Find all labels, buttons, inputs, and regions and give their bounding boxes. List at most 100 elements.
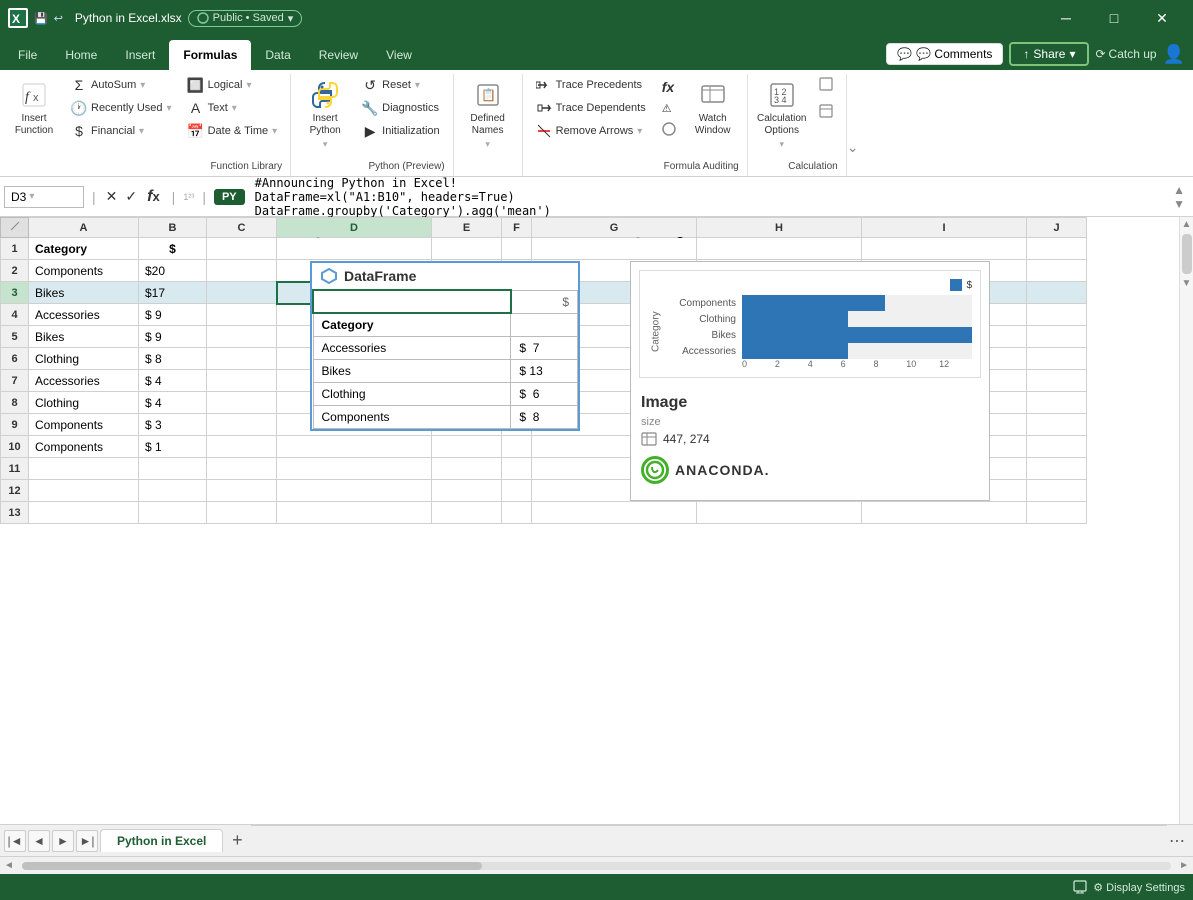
cell-B3[interactable]: $17 — [139, 282, 207, 304]
cell-I13[interactable] — [862, 502, 1027, 524]
cell-B5[interactable]: $ 9 — [139, 326, 207, 348]
cell-A6[interactable]: Clothing — [29, 348, 139, 370]
watch-window-btn[interactable]: WatchWindow — [687, 74, 739, 142]
cell-A13[interactable] — [29, 502, 139, 524]
cell-B8[interactable]: $ 4 — [139, 392, 207, 414]
share-btn[interactable]: ↑ Share ▾ — [1009, 42, 1089, 66]
cell-A4[interactable]: Accessories — [29, 304, 139, 326]
trace-precedents-btn[interactable]: Trace Precedents — [531, 74, 651, 96]
cell-J7[interactable] — [1027, 370, 1087, 392]
horizontal-scrollbar[interactable]: ◄ ► — [0, 856, 1193, 874]
tab-insert[interactable]: Insert — [111, 40, 169, 70]
cell-G13[interactable] — [532, 502, 697, 524]
cell-E10[interactable] — [432, 436, 502, 458]
cell-A9[interactable]: Components — [29, 414, 139, 436]
scroll-down-btn[interactable]: ▼ — [1182, 278, 1192, 289]
error-check-btn[interactable]: ⚠ — [657, 99, 681, 118]
tab-home[interactable]: Home — [51, 40, 111, 70]
cell-B4[interactable]: $ 9 — [139, 304, 207, 326]
cell-C9[interactable] — [207, 414, 277, 436]
financial-btn[interactable]: $ Financial▾ — [66, 120, 177, 142]
col-header-I[interactable]: I — [862, 218, 1027, 238]
tab-formulas[interactable]: Formulas — [169, 40, 251, 70]
cell-J2[interactable] — [1027, 260, 1087, 282]
scroll-up-btn[interactable]: ▲ — [1182, 219, 1192, 230]
cell-B13[interactable] — [139, 502, 207, 524]
col-header-B[interactable]: B — [139, 218, 207, 238]
quick-access-undo[interactable]: ↩ — [54, 12, 63, 25]
cell-C1[interactable] — [207, 238, 277, 260]
cell-C7[interactable] — [207, 370, 277, 392]
cell-C11[interactable] — [207, 458, 277, 480]
tab-options-btn[interactable]: ⋯ — [1169, 831, 1193, 851]
col-header-D[interactable]: D — [277, 218, 432, 238]
scroll-thumb[interactable] — [1182, 234, 1192, 274]
cell-C4[interactable] — [207, 304, 277, 326]
cell-B9[interactable]: $ 3 — [139, 414, 207, 436]
col-header-J[interactable]: J — [1027, 218, 1087, 238]
cell-H1[interactable] — [697, 238, 862, 260]
tab-menu-icon[interactable]: ⋯ — [1169, 831, 1185, 851]
cell-A1[interactable]: Category — [29, 238, 139, 260]
cell-J1[interactable] — [1027, 238, 1087, 260]
calc-sheet-btn[interactable] — [814, 101, 838, 124]
add-sheet-btn[interactable]: + — [225, 829, 249, 853]
catchup-btn[interactable]: ⟳ Catch up — [1095, 47, 1156, 61]
cell-D13[interactable] — [277, 502, 432, 524]
fx-icon-btn[interactable]: fx — [657, 76, 681, 98]
cell-D10[interactable] — [277, 436, 432, 458]
cell-G1[interactable] — [532, 238, 697, 260]
cell-B1[interactable]: $ — [139, 238, 207, 260]
evaluate-formula-btn[interactable] — [657, 119, 681, 142]
quick-access-save[interactable]: 💾 — [34, 12, 48, 25]
cell-F12[interactable] — [502, 480, 532, 502]
formula-fn-icon[interactable]: fx — [143, 188, 164, 206]
vertical-scrollbar[interactable]: ▲ ▼ — [1179, 217, 1193, 824]
cell-C5[interactable] — [207, 326, 277, 348]
cell-A11[interactable] — [29, 458, 139, 480]
text-btn[interactable]: A Text▾ — [183, 97, 283, 119]
col-header-E[interactable]: E — [432, 218, 502, 238]
date-time-btn[interactable]: 📅 Date & Time▾ — [183, 120, 283, 142]
tab-data[interactable]: Data — [251, 40, 304, 70]
cell-A2[interactable]: Components — [29, 260, 139, 282]
cell-A3[interactable]: Bikes — [29, 282, 139, 304]
cell-B11[interactable] — [139, 458, 207, 480]
sheet-last-btn[interactable]: ►| — [76, 830, 98, 852]
hscroll-right-btn[interactable]: ► — [1175, 860, 1193, 871]
ribbon-expand-btn[interactable]: ⌄ — [847, 74, 863, 176]
account-icon[interactable]: 👤 — [1163, 44, 1185, 65]
col-header-G[interactable]: G — [532, 218, 697, 238]
trace-dependents-btn[interactable]: Trace Dependents — [531, 97, 651, 119]
cell-A10[interactable]: Components — [29, 436, 139, 458]
cell-B6[interactable]: $ 8 — [139, 348, 207, 370]
remove-arrows-btn[interactable]: Remove Arrows▾ — [531, 120, 651, 142]
grid-scroll[interactable]: A B C D E F G H I J 1 — [0, 217, 1179, 824]
cell-E1[interactable] — [432, 238, 502, 260]
cell-B10[interactable]: $ 1 — [139, 436, 207, 458]
cell-B7[interactable]: $ 4 — [139, 370, 207, 392]
tab-review[interactable]: Review — [305, 40, 372, 70]
sheet-next-btn[interactable]: ► — [52, 830, 74, 852]
hscroll-left-btn[interactable]: ◄ — [0, 860, 18, 871]
defined-names-btn[interactable]: 📋 DefinedNames▾ — [462, 74, 514, 155]
formula-bar-scroll[interactable]: ▲ ▼ — [1169, 183, 1189, 211]
cell-C8[interactable] — [207, 392, 277, 414]
cell-C2[interactable] — [207, 260, 277, 282]
cell-A12[interactable] — [29, 480, 139, 502]
cell-F11[interactable] — [502, 458, 532, 480]
cell-B2[interactable]: $20 — [139, 260, 207, 282]
insert-function-btn[interactable]: f x InsertFunction — [8, 74, 60, 142]
comments-btn[interactable]: 💬 💬 Comments — [886, 43, 1003, 65]
cell-D12[interactable] — [277, 480, 432, 502]
cell-C10[interactable] — [207, 436, 277, 458]
cell-E11[interactable] — [432, 458, 502, 480]
diagnostics-btn[interactable]: 🔧 Diagnostics — [357, 97, 444, 119]
autosum-btn[interactable]: Σ AutoSum▾ — [66, 74, 177, 96]
cell-C3[interactable] — [207, 282, 277, 304]
col-header-A[interactable]: A — [29, 218, 139, 238]
sheet-prev-btn[interactable]: ◄ — [28, 830, 50, 852]
calculation-options-btn[interactable]: 1 2 3 4 CalculationOptions▾ — [756, 74, 808, 155]
sheet-first-btn[interactable]: |◄ — [4, 830, 26, 852]
cell-E12[interactable] — [432, 480, 502, 502]
